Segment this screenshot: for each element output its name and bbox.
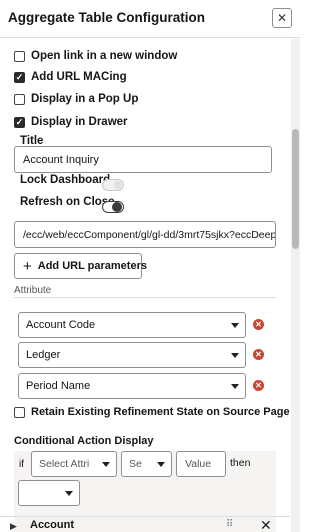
dialog-title: Aggregate Table Configuration <box>8 10 206 25</box>
chevron-down-icon <box>231 353 239 358</box>
dialog-header: Aggregate Table Configuration ✕ <box>0 0 300 38</box>
refresh-on-close-toggle[interactable] <box>102 201 124 213</box>
option-display-drawer[interactable]: ✓ Display in Drawer <box>14 116 128 128</box>
dialog-body: Open link in a new window ✓ Add URL MACi… <box>0 39 290 532</box>
refresh-on-close-label: Refresh on Close <box>20 196 115 208</box>
chevron-down-icon <box>157 462 165 467</box>
drag-handle-icon[interactable]: ⠿ <box>226 519 233 530</box>
option-label: Open link in a new window <box>31 50 178 62</box>
attribute-accordion-header[interactable]: ▶ Account ⠿ ✕ <box>0 516 290 532</box>
attribute-select-3[interactable]: Period Name <box>18 373 246 399</box>
option-label: Add URL MACing <box>31 71 127 83</box>
vertical-scrollbar[interactable] <box>291 39 300 532</box>
checkbox-unchecked[interactable] <box>14 93 25 105</box>
if-label: if <box>19 459 24 470</box>
condition-value-input[interactable]: Value <box>176 451 226 477</box>
option-add-url-macing[interactable]: ✓ Add URL MACing <box>14 71 127 83</box>
retain-refinement-option[interactable]: Retain Existing Refinement State on Sour… <box>14 406 290 418</box>
option-label: Display in a Pop Up <box>31 93 139 105</box>
close-icon[interactable]: ✕ <box>260 517 272 532</box>
accordion-label: Account <box>30 519 74 531</box>
url-input[interactable]: /ecc/web/eccComponent/gl/gl-dd/3mrt75sjk… <box>14 221 276 248</box>
condition-operator-select[interactable]: Se <box>121 451 172 477</box>
retain-refinement-label: Retain Existing Refinement State on Sour… <box>31 406 290 418</box>
chevron-down-icon <box>65 491 73 496</box>
lock-dashboard-toggle[interactable] <box>102 179 124 191</box>
option-label: Display in Drawer <box>31 116 128 128</box>
close-button[interactable]: ✕ <box>272 8 292 28</box>
attribute-select-value: Period Name <box>26 380 91 392</box>
chevron-down-icon <box>231 384 239 389</box>
conditional-action-label: Conditional Action Display <box>14 435 154 447</box>
then-label: then <box>230 457 251 469</box>
checkbox-unchecked[interactable] <box>14 406 25 418</box>
condition-operator-placeholder: Se <box>129 458 142 470</box>
attribute-select-1[interactable]: Account Code <box>18 312 246 338</box>
checkbox-checked[interactable]: ✓ <box>14 71 25 83</box>
remove-attribute-1-icon[interactable]: ✕ <box>253 319 264 330</box>
checkbox-checked[interactable]: ✓ <box>14 116 25 128</box>
attribute-select-value: Account Code <box>26 319 96 331</box>
remove-attribute-2-icon[interactable]: ✕ <box>253 349 264 360</box>
checkbox-unchecked[interactable] <box>14 50 25 62</box>
divider <box>14 297 276 298</box>
option-display-popup[interactable]: Display in a Pop Up <box>14 93 138 105</box>
lock-dashboard-label: Lock Dashboard <box>20 174 111 186</box>
chevron-down-icon <box>102 462 110 467</box>
option-open-new-window[interactable]: Open link in a new window <box>14 50 177 62</box>
attribute-label: Attribute <box>14 285 52 296</box>
condition-attribute-placeholder: Select Attri <box>39 458 90 470</box>
add-url-parameters-label: Add URL parameters <box>37 260 147 272</box>
chevron-down-icon <box>231 323 239 328</box>
add-url-parameters-button[interactable]: + Add URL parameters <box>14 253 147 279</box>
remove-attribute-3-icon[interactable]: ✕ <box>253 380 264 391</box>
condition-then-select[interactable] <box>18 480 80 506</box>
close-icon: ✕ <box>276 11 288 25</box>
attribute-select-2[interactable]: Ledger <box>18 342 246 368</box>
plus-icon: + <box>23 257 32 275</box>
scrollbar-thumb[interactable] <box>292 129 299 249</box>
chevron-right-icon[interactable]: ▶ <box>10 521 17 532</box>
title-input[interactable]: Account Inquiry <box>14 146 272 173</box>
attribute-select-value: Ledger <box>26 349 61 361</box>
condition-attribute-select[interactable]: Select Attri <box>31 451 117 477</box>
